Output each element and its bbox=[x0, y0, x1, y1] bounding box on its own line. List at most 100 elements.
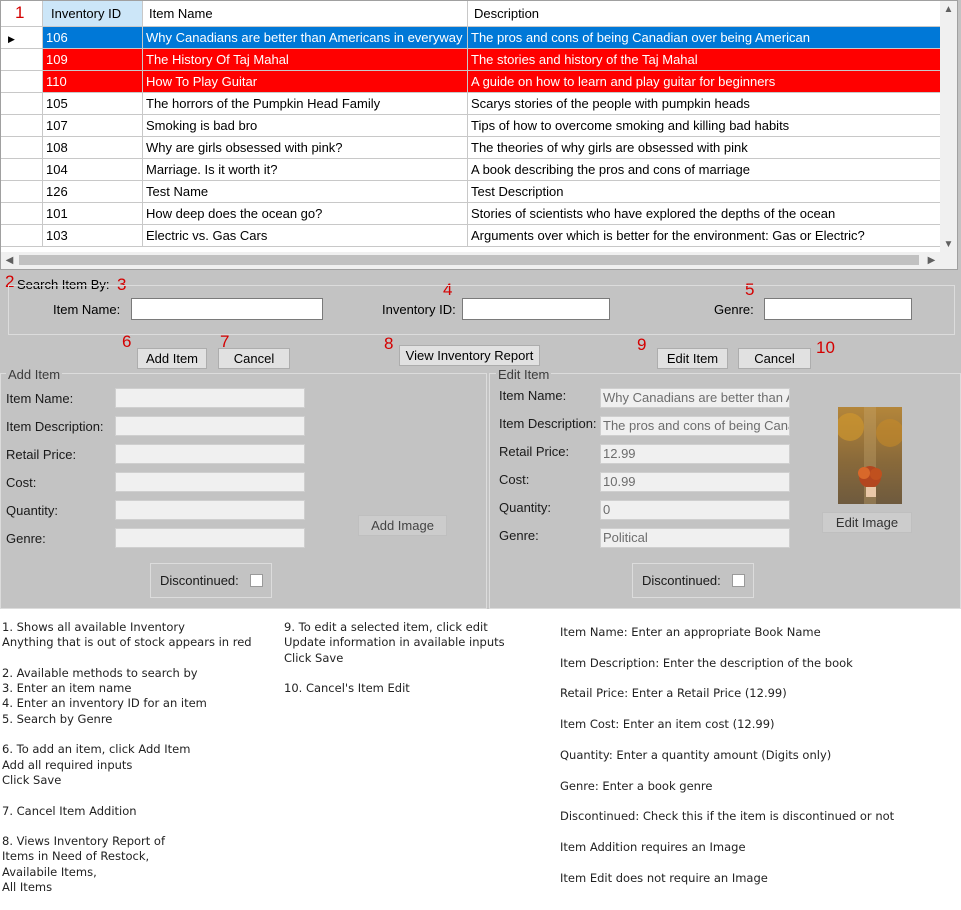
cell-name[interactable]: The History Of Taj Mahal bbox=[143, 49, 468, 71]
scroll-right-arrow-icon[interactable]: ▶ bbox=[923, 252, 940, 269]
cell-name[interactable]: Test Name bbox=[143, 181, 468, 203]
cancel-add-button[interactable]: Cancel bbox=[218, 348, 290, 369]
search-genre-input[interactable] bbox=[764, 298, 912, 320]
help-note-line: Click Save bbox=[284, 650, 344, 665]
horizontal-scroll-thumb[interactable] bbox=[19, 255, 919, 265]
view-inventory-report-button[interactable]: View Inventory Report bbox=[399, 345, 540, 366]
scroll-left-arrow-icon[interactable]: ◀ bbox=[1, 252, 18, 269]
cell-id[interactable]: 110 bbox=[43, 71, 143, 93]
cell-id[interactable]: 106 bbox=[43, 27, 143, 49]
row-header[interactable] bbox=[1, 137, 43, 159]
cell-name[interactable]: Marriage. Is it worth it? bbox=[143, 159, 468, 181]
search-inventory-id-input[interactable] bbox=[462, 298, 610, 320]
add-item-cost-label: Cost: bbox=[6, 475, 37, 490]
add-item-quantity-input[interactable] bbox=[115, 500, 305, 520]
search-item-name-input[interactable] bbox=[131, 298, 323, 320]
vertical-scrollbar[interactable]: ▲ ▼ bbox=[940, 1, 957, 253]
add-item-cost-input[interactable] bbox=[115, 472, 305, 492]
cell-id[interactable]: 101 bbox=[43, 203, 143, 225]
cell-name[interactable]: How To Play Guitar bbox=[143, 71, 468, 93]
horizontal-scrollbar[interactable]: ◀ ▶ bbox=[1, 252, 957, 269]
cell-name[interactable]: Why are girls obsessed with pink? bbox=[143, 137, 468, 159]
cell-id[interactable]: 109 bbox=[43, 49, 143, 71]
annotation-9: 9 bbox=[637, 335, 647, 354]
edit-item-genre-input[interactable]: Political bbox=[600, 528, 790, 548]
add-item-retail-price-label: Retail Price: bbox=[6, 447, 77, 462]
help-note-line: 7. Cancel Item Addition bbox=[2, 803, 137, 818]
help-note-line: Retail Price: Enter a Retail Price (12.9… bbox=[560, 686, 787, 701]
cell-desc[interactable]: Arguments over which is better for the e… bbox=[468, 225, 942, 247]
row-header[interactable] bbox=[1, 203, 43, 225]
annotation-10: 10 bbox=[816, 338, 835, 357]
current-row-arrow-icon: ▶ bbox=[8, 34, 15, 44]
cell-id[interactable]: 108 bbox=[43, 137, 143, 159]
cell-id[interactable]: 104 bbox=[43, 159, 143, 181]
edit-item-quantity-input[interactable]: 0 bbox=[600, 500, 790, 520]
help-note-line: All Items bbox=[2, 880, 53, 895]
cell-desc[interactable]: Tips of how to overcome smoking and kill… bbox=[468, 115, 942, 137]
add-item-genre-input[interactable] bbox=[115, 528, 305, 548]
cancel-edit-button[interactable]: Cancel bbox=[738, 348, 811, 369]
help-note-line bbox=[2, 788, 252, 803]
cell-id[interactable]: 105 bbox=[43, 93, 143, 115]
edit-item-cost-input[interactable]: 10.99 bbox=[600, 472, 790, 492]
row-header[interactable] bbox=[1, 93, 43, 115]
cell-name[interactable]: Electric vs. Gas Cars bbox=[143, 225, 468, 247]
cell-id[interactable]: 107 bbox=[43, 115, 143, 137]
add-item-button[interactable]: Add Item bbox=[137, 348, 207, 369]
edit-item-name-input[interactable]: Why Canadians are better than A bbox=[600, 388, 790, 408]
row-header[interactable]: ▶ bbox=[1, 27, 43, 49]
cell-desc[interactable]: The theories of why girls are obsessed w… bbox=[468, 137, 942, 159]
help-note-line: Click Save bbox=[2, 772, 62, 787]
scroll-up-arrow-icon[interactable]: ▲ bbox=[940, 1, 957, 18]
row-header[interactable] bbox=[1, 225, 43, 247]
edit-item-description-input[interactable]: The pros and cons of being Cana bbox=[600, 416, 790, 436]
search-item-name-label: Item Name: bbox=[53, 302, 121, 317]
row-header[interactable] bbox=[1, 49, 43, 71]
row-header[interactable] bbox=[1, 159, 43, 181]
row-header[interactable] bbox=[1, 115, 43, 137]
add-item-retail-price-input[interactable] bbox=[115, 444, 305, 464]
help-note-line: 3. Enter an item name bbox=[2, 681, 132, 696]
add-item-genre-label: Genre: bbox=[6, 531, 46, 546]
edit-discontinued-checkbox[interactable] bbox=[732, 574, 745, 587]
help-note-line: 9. To edit a selected item, click edit bbox=[284, 620, 488, 634]
help-note-line: Anything that is out of stock appears in… bbox=[2, 635, 252, 650]
book-cover-image bbox=[838, 407, 902, 504]
inventory-grid[interactable]: Inventory ID Item Name Description ▶ 106 Why … bbox=[0, 0, 958, 270]
cell-desc[interactable]: Test Description bbox=[468, 181, 942, 203]
add-discontinued-checkbox[interactable] bbox=[250, 574, 263, 587]
edit-item-button[interactable]: Edit Item bbox=[657, 348, 728, 369]
add-image-button[interactable]: Add Image bbox=[358, 515, 447, 536]
annotation-1: 1 bbox=[15, 3, 25, 22]
column-header-inventory-id[interactable]: Inventory ID bbox=[43, 1, 143, 27]
edit-item-retail-price-input[interactable]: 12.99 bbox=[600, 444, 790, 464]
add-item-name-input[interactable] bbox=[115, 388, 305, 408]
cell-id[interactable]: 126 bbox=[43, 181, 143, 203]
cell-desc[interactable]: The pros and cons of being Canadian over… bbox=[468, 27, 942, 49]
cell-desc[interactable]: Stories of scientists who have explored … bbox=[468, 203, 942, 225]
scroll-down-arrow-icon[interactable]: ▼ bbox=[940, 236, 957, 253]
add-item-quantity-label: Quantity: bbox=[6, 503, 59, 518]
cell-id[interactable]: 103 bbox=[43, 225, 143, 247]
add-item-description-label: Item Description: bbox=[6, 419, 104, 434]
cell-name[interactable]: How deep does the ocean go? bbox=[143, 203, 468, 225]
help-note-line: Item Description: Enter the description … bbox=[560, 655, 853, 670]
help-note-line: Discontinued: Check this if the item is … bbox=[560, 809, 895, 824]
row-header[interactable] bbox=[1, 71, 43, 93]
cell-name[interactable]: The horrors of the Pumpkin Head Family bbox=[143, 93, 468, 115]
column-header-item-name[interactable]: Item Name bbox=[143, 1, 468, 27]
cell-name[interactable]: Why Canadians are better than Americans … bbox=[143, 27, 468, 49]
cell-desc[interactable]: A guide on how to learn and play guitar … bbox=[468, 71, 942, 93]
help-note-line: Update information in available inputs bbox=[284, 635, 505, 650]
cell-desc[interactable]: The stories and history of the Taj Mahal bbox=[468, 49, 942, 71]
cell-desc[interactable]: A book describing the pros and cons of m… bbox=[468, 159, 942, 181]
column-header-description[interactable]: Description bbox=[468, 1, 942, 27]
help-note-line: 5. Search by Genre bbox=[2, 711, 113, 726]
add-item-name-label: Item Name: bbox=[6, 391, 74, 406]
edit-image-button[interactable]: Edit Image bbox=[822, 512, 912, 533]
cell-name[interactable]: Smoking is bad bro bbox=[143, 115, 468, 137]
cell-desc[interactable]: Scarys stories of the people with pumpki… bbox=[468, 93, 942, 115]
row-header[interactable] bbox=[1, 181, 43, 203]
add-item-description-input[interactable] bbox=[115, 416, 305, 436]
